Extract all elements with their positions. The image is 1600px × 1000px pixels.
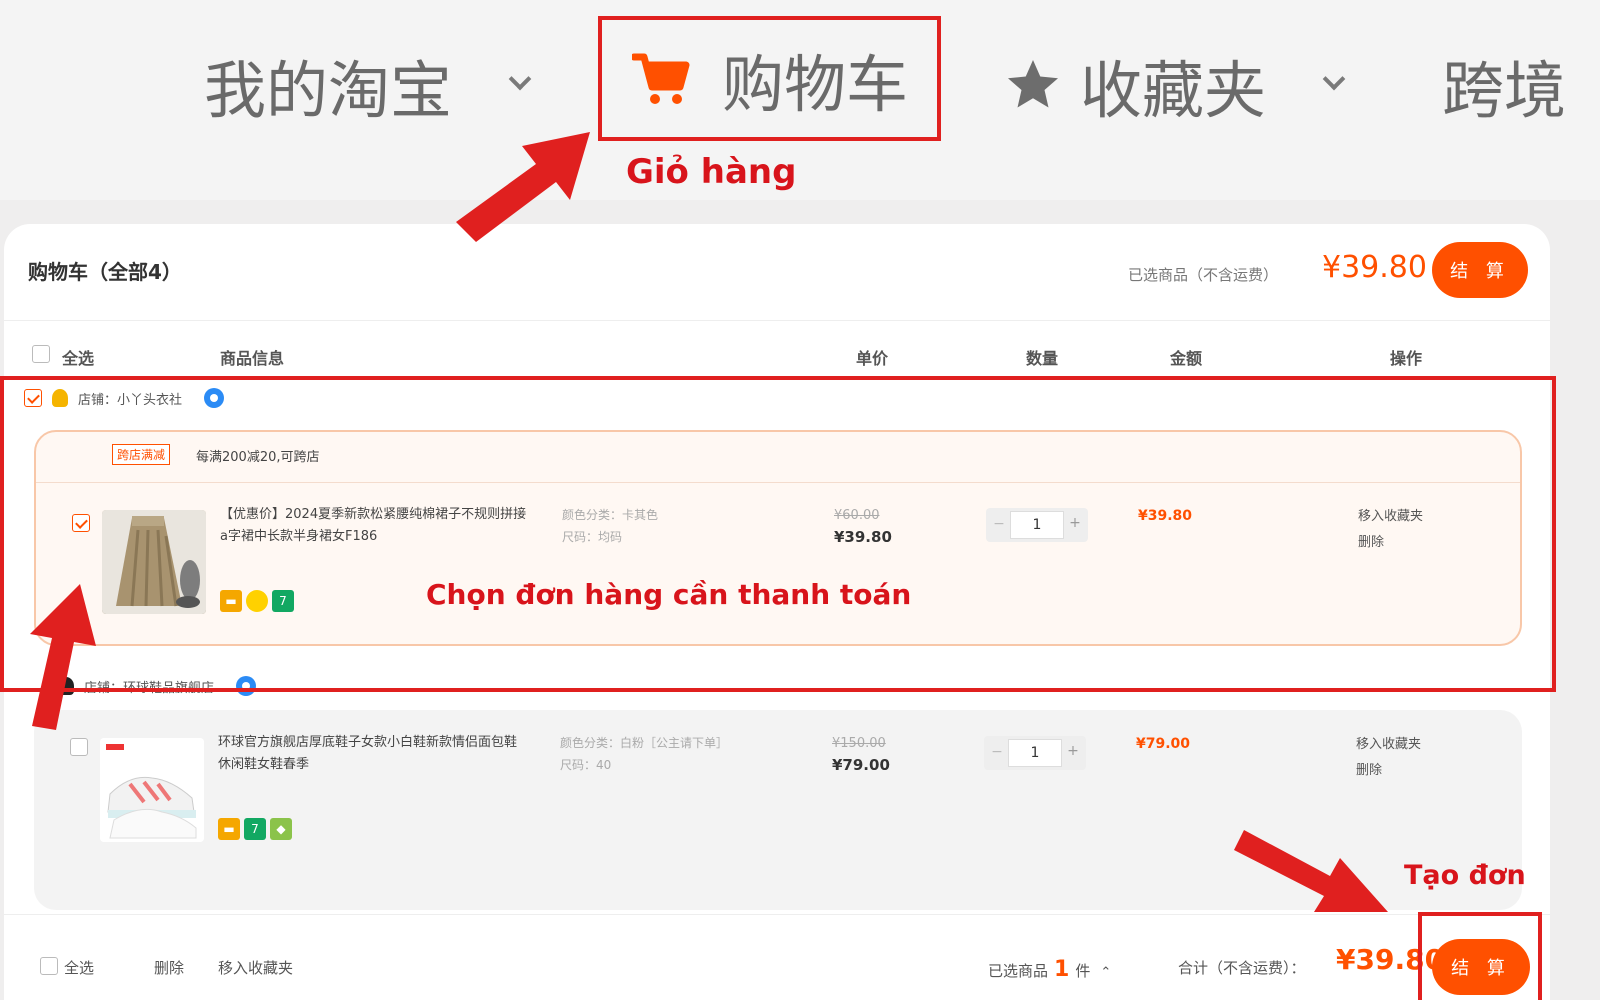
product-title[interactable]: 环球官方旗舰店厚底鞋子女款小白鞋新款情侣面包鞋休闲鞋女鞋春季	[218, 732, 528, 776]
nav-cart[interactable]: 购物车	[598, 16, 941, 141]
item-operations: 移入收藏夹 删除	[1356, 732, 1421, 784]
nav-cross-border[interactable]: 跨境	[1442, 40, 1566, 130]
chevron-down-icon	[508, 67, 532, 91]
original-price: ¥150.00	[832, 736, 886, 751]
selected-order-highlight	[0, 376, 1556, 692]
chevron-down-icon	[1322, 67, 1346, 91]
spec-size: 尺码：40	[560, 758, 612, 772]
nav-cart-label: 购物车	[722, 47, 909, 121]
chevron-up-icon: ⌃	[1100, 965, 1112, 980]
quantity-plus-button[interactable]: +	[1066, 743, 1080, 759]
item-amount: ¥79.00	[1136, 736, 1191, 752]
tag-icon: ◆	[270, 818, 292, 840]
nav-my-taobao[interactable]: 我的淘宝	[204, 40, 532, 130]
delete-link[interactable]: 删除	[1356, 758, 1421, 784]
header-unit-price: 单价	[856, 349, 889, 368]
cart-icon	[632, 53, 690, 104]
checkout-bar: 全选 删除 移入收藏夹 已选商品 1 件 ⌃ 合计（不含运费）： ¥39.80 …	[4, 914, 1550, 1000]
quantity-stepper: − 1 +	[984, 736, 1086, 770]
unit-price: ¥79.00	[832, 756, 890, 774]
bottom-move-fav-link[interactable]: 移入收藏夹	[218, 957, 293, 978]
service-tags: ▬ 7 ◆	[218, 818, 292, 840]
selected-suffix: 件	[1075, 962, 1091, 980]
arrow-icon	[30, 584, 96, 730]
star-icon	[1008, 60, 1058, 108]
bottom-delete-link[interactable]: 删除	[154, 957, 184, 978]
bottom-select-all-checkbox[interactable]	[40, 957, 58, 975]
bottom-select-all-label[interactable]: 全选	[64, 957, 94, 978]
top-nav: 我的淘宝 购物车 收藏夹 跨境	[0, 0, 1600, 200]
selected-count-value: 1	[1054, 957, 1070, 982]
quantity-minus-button[interactable]: −	[990, 744, 1004, 760]
annotation-choose-order: Chọn đơn hàng cần thanh toán	[426, 578, 912, 611]
item-checkbox[interactable]	[70, 738, 88, 756]
header-quantity: 数量	[1026, 349, 1059, 368]
quantity-input[interactable]: 1	[1008, 739, 1062, 767]
tag-icon: 7	[244, 818, 266, 840]
table-header: 全选 商品信息 单价 数量 金额 操作	[4, 320, 1550, 370]
select-all-checkbox[interactable]	[32, 345, 50, 363]
selected-prefix: 已选商品	[988, 962, 1049, 980]
cart-title: 购物车（全部4）	[28, 260, 182, 284]
header-select-all: 全选	[62, 349, 95, 368]
selected-label: 已选商品（不含运费）	[1128, 266, 1279, 284]
annotation-cart-label: Giỏ hàng	[626, 152, 797, 192]
selected-price: ¥39.80	[1322, 250, 1427, 285]
tag-icon: ▬	[218, 818, 240, 840]
product-thumbnail[interactable]	[100, 738, 204, 842]
annotation-create-order: Tạo đơn	[1404, 860, 1526, 891]
nav-favorites[interactable]: 收藏夹	[1002, 40, 1346, 130]
header-product-info: 商品信息	[220, 349, 285, 368]
arrow-icon	[456, 132, 590, 242]
header-operation: 操作	[1390, 349, 1423, 368]
product-spec: 颜色分类：白粉［公主请下单］ 尺码：40	[560, 732, 728, 776]
spec-color: 颜色分类：白粉［公主请下单］	[560, 736, 729, 750]
move-to-favorites-link[interactable]: 移入收藏夹	[1356, 732, 1421, 758]
total-label: 合计（不含运费）：	[1178, 959, 1306, 977]
arrow-icon	[1234, 830, 1388, 912]
settle-button-top[interactable]: 结 算	[1432, 242, 1528, 298]
nav-cross-border-label: 跨境	[1442, 54, 1567, 127]
nav-my-taobao-label: 我的淘宝	[204, 54, 453, 127]
checkout-highlight	[1418, 912, 1542, 1000]
shoe-image	[100, 738, 204, 842]
nav-favorites-label: 收藏夹	[1080, 54, 1267, 127]
selected-count[interactable]: 已选商品 1 件 ⌃	[988, 957, 1111, 982]
header-amount: 金额	[1170, 349, 1203, 368]
